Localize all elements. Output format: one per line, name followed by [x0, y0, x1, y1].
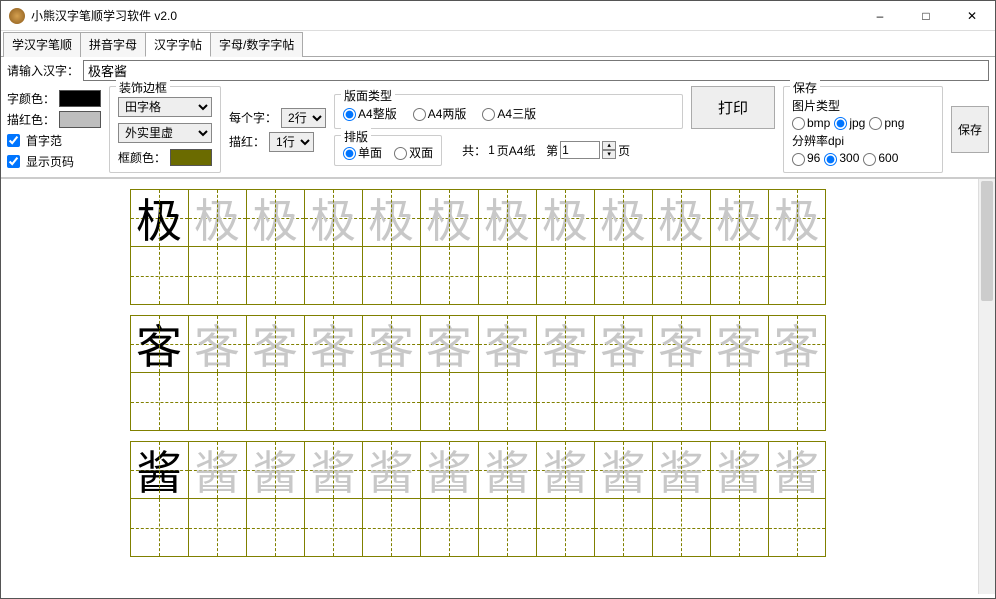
trace-color-label: 描红色：	[7, 111, 55, 128]
print-button[interactable]: 打印	[691, 86, 775, 129]
save-button[interactable]: 保存	[951, 106, 989, 153]
hanzi-input-label: 请输入汉字：	[7, 62, 79, 79]
char-color-swatch[interactable]	[59, 90, 101, 107]
tab-bar: 学汉字笔顺拼音字母汉字字帖字母/数字字帖	[1, 31, 995, 57]
page-count-display: 共： 1 页A4纸 第 ▴▾ 页	[462, 141, 630, 159]
page-type-group: 版面类型 A4整版 A4两版 A4三版	[334, 94, 683, 129]
tab-0[interactable]: 学汉字笔顺	[3, 32, 81, 57]
trace-lines-label: 描红：	[229, 133, 265, 150]
show-page-checkbox[interactable]: 显示页码	[7, 153, 101, 170]
tab-2[interactable]: 汉字字帖	[145, 32, 211, 57]
lines-per-char-select[interactable]: 2行	[281, 108, 326, 128]
dpi-300-radio[interactable]: 300	[824, 151, 859, 165]
single-side-radio[interactable]: 单面	[343, 144, 382, 161]
dpi-96-radio[interactable]: 96	[792, 151, 820, 165]
titlebar: 小熊汉字笔顺学习软件 v2.0 – □ ✕	[1, 1, 995, 31]
page-number-input[interactable]	[560, 141, 600, 159]
trace-color-swatch[interactable]	[59, 111, 101, 128]
close-button[interactable]: ✕	[949, 1, 995, 31]
a4-two-radio[interactable]: A4两版	[413, 105, 467, 122]
app-icon	[9, 8, 25, 24]
vertical-scrollbar[interactable]	[978, 179, 995, 594]
first-char-checkbox[interactable]: 首字范	[7, 132, 101, 149]
jpg-radio[interactable]: jpg	[834, 116, 865, 130]
minimize-button[interactable]: –	[857, 1, 903, 31]
dpi-600-radio[interactable]: 600	[863, 151, 898, 165]
frame-color-swatch[interactable]	[170, 149, 212, 166]
window-title: 小熊汉字笔顺学习软件 v2.0	[31, 7, 857, 24]
frame-border-select[interactable]: 外实里虚	[118, 123, 212, 143]
hanzi-input[interactable]	[83, 60, 989, 81]
dpi-label: 分辨率dpi	[792, 132, 934, 149]
frame-group: 装饰边框 田字格 外实里虚 框颜色：	[109, 86, 221, 173]
tab-1[interactable]: 拼音字母	[80, 32, 146, 57]
maximize-button[interactable]: □	[903, 1, 949, 31]
png-radio[interactable]: png	[869, 116, 904, 130]
preview-area: 极极极极极极极极极极极极客客客客客客客客客客客客酱酱酱酱酱酱酱酱酱酱酱酱	[1, 178, 995, 594]
a4-full-radio[interactable]: A4整版	[343, 105, 397, 122]
lines-per-char-label: 每个字：	[229, 109, 277, 126]
frame-color-label: 框颜色：	[118, 149, 166, 166]
trace-lines-select[interactable]: 1行	[269, 132, 314, 152]
frame-style-select[interactable]: 田字格	[118, 97, 212, 117]
practice-sheet: 极极极极极极极极极极极极客客客客客客客客客客客客酱酱酱酱酱酱酱酱酱酱酱酱	[130, 189, 850, 594]
char-color-label: 字颜色：	[7, 90, 55, 107]
side-group: 排版 单面 双面	[334, 135, 442, 166]
save-group: 保存 图片类型 bmp jpg png 分辨率dpi 96 300 600	[783, 86, 943, 173]
page-spinner[interactable]: ▴▾	[602, 141, 616, 159]
double-side-radio[interactable]: 双面	[394, 144, 433, 161]
a4-three-radio[interactable]: A4三版	[482, 105, 536, 122]
image-type-label: 图片类型	[792, 97, 934, 114]
tab-3[interactable]: 字母/数字字帖	[210, 32, 303, 57]
toolbar: 字颜色： 描红色： 首字范 显示页码 装饰边框 田字格 外实里虚 框颜色： 每个…	[1, 84, 995, 178]
bmp-radio[interactable]: bmp	[792, 116, 830, 130]
